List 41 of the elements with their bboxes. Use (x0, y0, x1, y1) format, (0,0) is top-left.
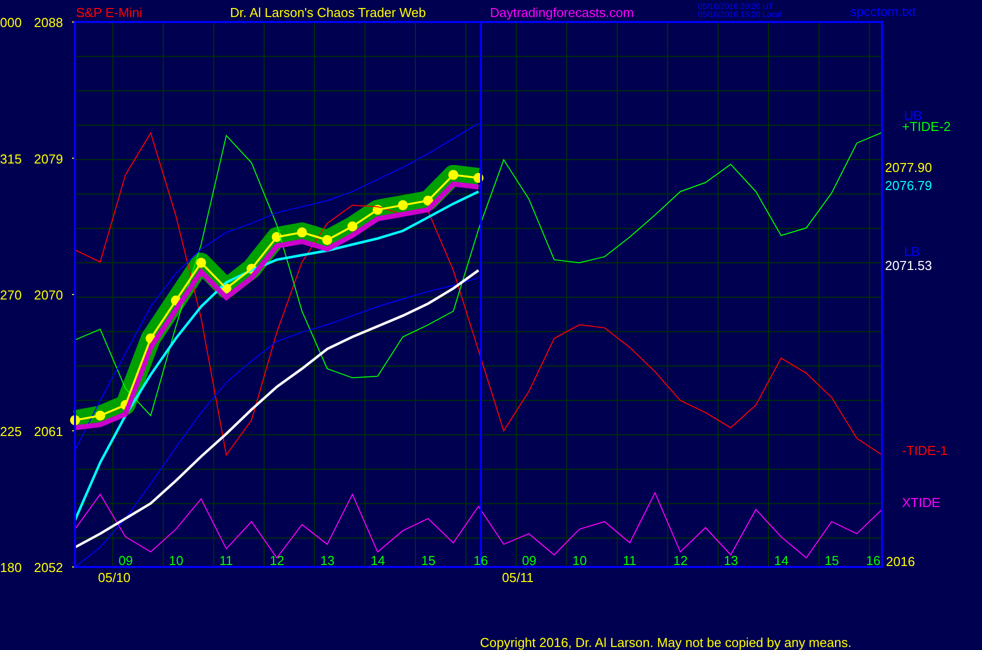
axis-label: 2079 (34, 151, 63, 166)
price-label: 2077.90 (885, 160, 932, 175)
legend-label: XTIDE (902, 495, 940, 510)
hour-label: 12 (673, 553, 688, 568)
price-label: 2076.79 (885, 178, 932, 193)
hour-label: 13 (320, 553, 335, 568)
year-label: 2016 (886, 554, 915, 569)
hour-label: 14 (774, 553, 789, 568)
axis-label: 2052 (34, 560, 63, 575)
legend-label: LB (904, 244, 920, 259)
timestamp-local: 05/10/2016 15:20 Local (698, 10, 782, 19)
date-label: 05/11 (502, 570, 534, 585)
hour-label: 10 (572, 553, 587, 568)
timestamp-utc: 05/10/2016 20:20 UT (698, 2, 774, 11)
hour-label: 10 (168, 553, 184, 568)
hour-label: 11 (219, 553, 233, 568)
hour-label: 16 (866, 553, 880, 568)
hour-label: 15 (824, 553, 840, 568)
hour-label: 09 (118, 553, 133, 568)
hour-label: 12 (270, 553, 284, 568)
axis-label: 2088 (34, 15, 63, 30)
hour-label: 13 (724, 553, 738, 568)
hour-label: 14 (370, 553, 386, 568)
axis-label: 270 (0, 288, 22, 302)
axis-label: 180 (0, 560, 22, 575)
axis-label: 225 (0, 424, 22, 439)
axis-label: 2070 (34, 288, 63, 302)
site-link[interactable]: Daytradingforecasts.com (490, 5, 634, 20)
axis-label: 2061 (34, 424, 63, 439)
axis-label: 000 (0, 15, 22, 30)
legend-label: -TIDE-1 (902, 443, 948, 458)
hour-label: 09 (522, 553, 536, 568)
hour-label: 11 (622, 553, 636, 568)
price-label: 2071.53 (885, 258, 932, 273)
chart-title: Dr. Al Larson's Chaos Trader Web (230, 5, 426, 20)
axis-label: 315 (0, 151, 22, 166)
file-name: spcctom.txt (850, 4, 916, 19)
symbol-label: S&P E-Mini (76, 5, 142, 20)
date-label: 05/10 (98, 570, 131, 585)
hour-label: 15 (421, 553, 436, 568)
copyright-text: Copyright 2016, Dr. Al Larson. May not be copied by any means. (480, 635, 852, 650)
